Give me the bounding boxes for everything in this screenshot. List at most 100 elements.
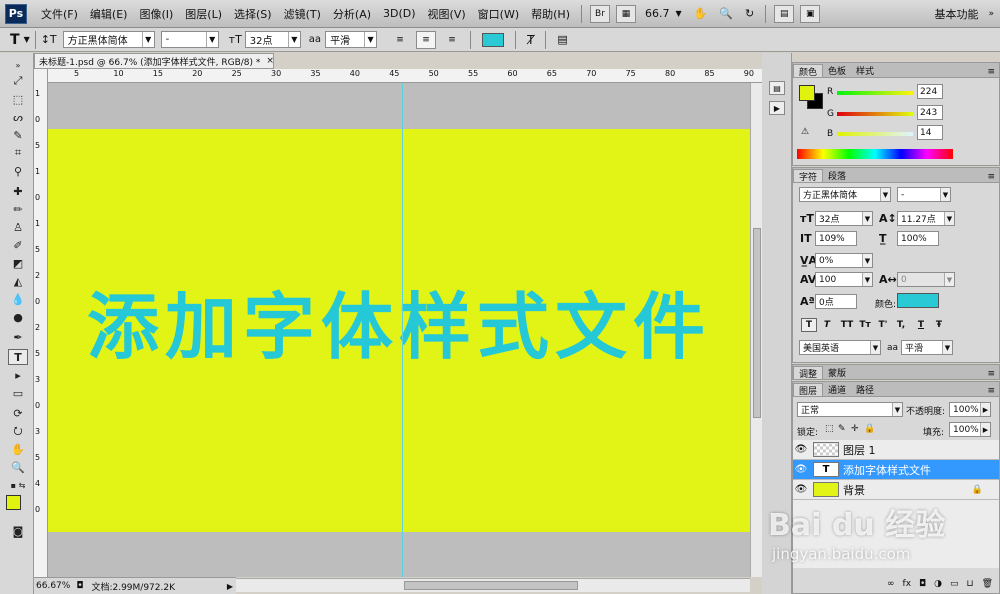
eye-icon[interactable]: 👁 [793, 444, 809, 455]
char-leading-select[interactable]: 11.27点 ▼ [897, 211, 955, 226]
pen-tool-icon[interactable]: ✒ [8, 329, 28, 345]
all-caps-button[interactable]: TT [839, 318, 855, 332]
type-tool-icon[interactable]: T [8, 349, 28, 365]
marquee-tool-icon[interactable]: ⬚ [8, 91, 28, 107]
subscript-button[interactable]: T, [893, 318, 909, 332]
tab-masks[interactable]: 蒙版 [823, 366, 851, 379]
horizontal-scale-input[interactable]: 100% [897, 231, 939, 246]
quick-mask-icon[interactable]: ◙ [8, 523, 28, 539]
faux-italic-button[interactable]: T [819, 318, 835, 332]
menu-analysis[interactable]: 分析(A) [327, 6, 377, 22]
eyedropper-tool-icon[interactable]: ⚲ [8, 163, 28, 179]
hand-tool-icon[interactable]: ✋ [688, 7, 714, 20]
lock-transparent-icon[interactable]: ⬚ [825, 424, 834, 434]
kerning-select[interactable]: 0% ▼ [815, 253, 873, 268]
small-caps-button[interactable]: Tт [857, 318, 873, 332]
font-size-select[interactable]: 32点 ▼ [244, 31, 301, 48]
tab-paragraph[interactable]: 段落 [823, 169, 851, 182]
panel-menu-icon[interactable]: ≡ [987, 67, 995, 77]
align-right-icon[interactable]: ≡ [442, 31, 462, 49]
panel-menu-icon[interactable]: ≡ [987, 172, 995, 182]
path-select-tool-icon[interactable]: ▸ [8, 367, 28, 383]
baseline-shift-input[interactable]: 0点 [815, 294, 857, 309]
superscript-button[interactable]: T' [875, 318, 891, 332]
new-layer-icon[interactable]: ⊔ [967, 579, 974, 589]
chevron-right-icon[interactable]: » [988, 9, 994, 19]
menu-layer[interactable]: 图层(L) [179, 6, 228, 22]
panel-menu-icon[interactable]: ≡ [987, 369, 995, 379]
menu-window[interactable]: 窗口(W) [472, 6, 525, 22]
actions-panel-icon[interactable]: ▶ [769, 101, 785, 115]
adjustment-layer-icon[interactable]: ◑ [934, 579, 942, 589]
eraser-tool-icon[interactable]: ◩ [8, 255, 28, 271]
vertical-scroll-thumb[interactable] [753, 228, 761, 418]
tab-adjustments[interactable]: 调整 [793, 366, 824, 380]
char-font-style-select[interactable]: - ▼ [897, 187, 951, 202]
view-extras-button[interactable]: ▦ [615, 4, 636, 23]
char-font-family-select[interactable]: 方正黑体简体 ▼ [799, 187, 891, 202]
panel-menu-icon[interactable]: ≡ [987, 386, 995, 396]
screen-mode-button[interactable]: ▣ [800, 4, 821, 23]
vertical-guide[interactable] [402, 83, 403, 577]
text-color-swatch[interactable] [897, 293, 939, 308]
menu-select[interactable]: 选择(S) [228, 6, 278, 22]
foreground-color-swatch[interactable] [6, 495, 21, 510]
lock-position-icon[interactable]: ✛ [851, 424, 859, 434]
char-anti-alias-select[interactable]: 平滑 ▼ [901, 340, 953, 355]
history-panel-icon[interactable]: ▤ [769, 81, 785, 95]
document-tab[interactable]: 未标题-1.psd @ 66.7% (添加字体样式文件, RGB/8) * × [34, 53, 274, 69]
move-tool-icon[interactable]: ⤢ [8, 73, 28, 89]
menu-filter[interactable]: 滤镜(T) [278, 6, 327, 22]
align-left-icon[interactable]: ≡ [390, 31, 410, 49]
blend-mode-select[interactable]: 正常 ▼ [797, 402, 903, 417]
tab-character[interactable]: 字符 [793, 169, 824, 183]
tab-layers[interactable]: 图层 [793, 383, 824, 397]
opacity-input[interactable]: 100% ▶ [949, 402, 991, 417]
lock-image-icon[interactable]: ✎ [838, 424, 846, 434]
r-value[interactable]: 224 [917, 84, 943, 99]
out-of-gamut-icon[interactable]: ⚠ [801, 127, 809, 137]
language-select[interactable]: 美国英语 ▼ [799, 340, 881, 355]
link-layers-icon[interactable]: ∞ [887, 579, 895, 589]
dodge-tool-icon[interactable]: ● [8, 309, 28, 325]
color-spectrum-bar[interactable] [797, 149, 953, 159]
tab-styles[interactable]: 样式 [851, 64, 879, 77]
horizontal-scrollbar[interactable] [236, 578, 750, 592]
workspace-switcher[interactable]: 基本功能 [928, 6, 984, 22]
lock-all-icon[interactable]: 🔒 [864, 424, 875, 434]
menu-help[interactable]: 帮助(H) [525, 6, 576, 22]
strikethrough-button[interactable]: Ŧ [931, 318, 947, 332]
layer-row[interactable]: 👁 T 添加字体样式文件 [793, 460, 999, 480]
tab-channels[interactable]: 通道 [823, 383, 851, 396]
zoom-tool-icon[interactable]: 🔍 [8, 459, 28, 475]
layer-row[interactable]: 👁 图层 1 [793, 440, 999, 460]
close-icon[interactable]: × [266, 56, 274, 66]
healing-brush-tool-icon[interactable]: ✚ [8, 183, 28, 199]
lasso-tool-icon[interactable]: ᔕ [8, 109, 28, 125]
text-tool-icon[interactable]: T [10, 32, 20, 48]
anti-alias-select[interactable]: 平滑 ▼ [325, 31, 378, 48]
g-slider[interactable] [837, 112, 913, 116]
font-family-select[interactable]: 方正黑体简体 ▼ [62, 31, 155, 48]
eye-icon[interactable]: 👁 [793, 484, 809, 495]
character-panel-toggle-icon[interactable]: ▤ [557, 33, 567, 46]
vertical-scale-input[interactable]: 109% [815, 231, 857, 246]
3d-rotate-tool-icon[interactable]: ⟳ [8, 405, 28, 421]
char-font-size-select[interactable]: 32点 ▼ [815, 211, 873, 226]
zoom-level[interactable]: 66.7 [639, 7, 676, 20]
eye-icon[interactable]: 👁 [793, 464, 809, 475]
r-slider[interactable] [837, 91, 913, 95]
tab-swatches[interactable]: 色板 [823, 64, 851, 77]
tracking-select[interactable]: 100 ▼ [815, 272, 873, 287]
kern-metrics-select[interactable]: 0 ▼ [897, 272, 955, 287]
quick-select-tool-icon[interactable]: ✎ [8, 127, 28, 143]
menu-image[interactable]: 图像(I) [133, 6, 179, 22]
clone-stamp-tool-icon[interactable]: ♙ [8, 219, 28, 235]
brush-tool-icon[interactable]: ✏ [8, 201, 28, 217]
faux-bold-button[interactable]: T [801, 318, 817, 332]
warp-text-icon[interactable]: Ⱦ [527, 33, 534, 47]
horizontal-scroll-thumb[interactable] [404, 581, 578, 590]
menu-view[interactable]: 视图(V) [422, 6, 472, 22]
vertical-scrollbar[interactable] [750, 83, 762, 577]
zoom-tool-icon[interactable]: 🔍 [713, 7, 739, 20]
